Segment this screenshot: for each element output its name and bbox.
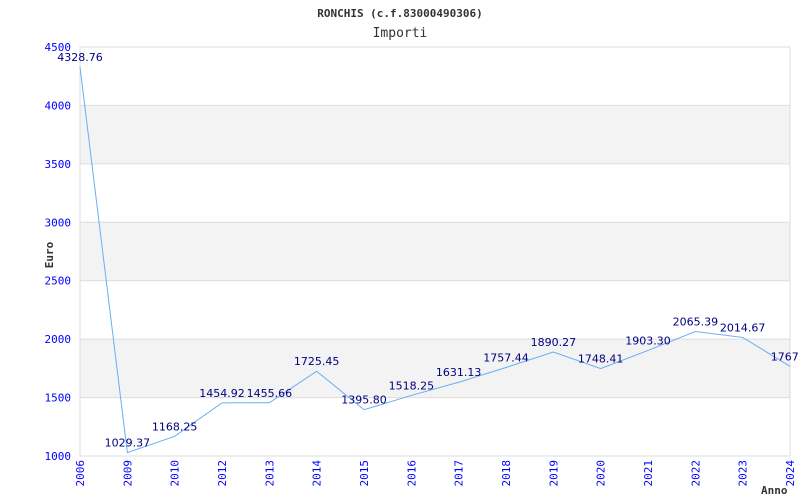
y-tick-label: 2500 xyxy=(45,275,72,288)
y-tick-label: 2000 xyxy=(45,333,72,346)
x-tick-label: 2022 xyxy=(689,460,702,487)
data-label: 1168.25 xyxy=(152,420,198,433)
x-tick-label: 2012 xyxy=(216,460,229,487)
data-label: 1767.3 xyxy=(771,350,800,363)
x-tick-label: 2009 xyxy=(121,460,134,487)
x-tick-label: 2023 xyxy=(737,460,750,487)
x-tick-label: 2013 xyxy=(263,460,276,487)
x-tick-label: 2018 xyxy=(500,460,513,487)
data-label: 1029.37 xyxy=(105,437,151,450)
x-tick-label: 2006 xyxy=(74,460,87,487)
data-label: 1454.92 xyxy=(199,387,245,400)
chart-subtitle: Importi xyxy=(373,26,428,41)
x-tick-label: 2024 xyxy=(784,460,797,487)
x-tick-label: 2014 xyxy=(311,460,324,487)
data-label: 2014.67 xyxy=(720,321,766,334)
data-label: 4328.76 xyxy=(57,51,103,64)
x-tick-label: 2010 xyxy=(169,460,182,487)
line-chart: RONCHIS (c.f.83000490306) Importi Euro A… xyxy=(43,7,800,497)
data-label: 1757.44 xyxy=(483,351,529,364)
grid-band xyxy=(80,105,790,164)
data-label: 1725.45 xyxy=(294,355,340,368)
y-tick-label: 3000 xyxy=(45,216,72,229)
data-label: 1455.66 xyxy=(247,387,293,400)
grid-band xyxy=(80,222,790,281)
y-tick-label: 4000 xyxy=(45,99,72,112)
y-axis-label: Euro xyxy=(43,241,56,268)
chart-title: RONCHIS (c.f.83000490306) xyxy=(317,7,483,20)
data-label: 1395.80 xyxy=(341,394,387,407)
x-tick-label: 2016 xyxy=(405,460,418,487)
data-label: 1631.13 xyxy=(436,366,482,379)
x-tick-label: 2020 xyxy=(595,460,608,487)
chart-container: RONCHIS (c.f.83000490306) Importi Euro A… xyxy=(0,0,800,500)
data-label: 1748.41 xyxy=(578,353,624,366)
y-tick-label: 1000 xyxy=(45,450,72,463)
data-label: 1903.30 xyxy=(625,334,671,347)
x-tick-label: 2015 xyxy=(358,460,371,487)
x-tick-label: 2017 xyxy=(453,460,466,487)
x-tick-label: 2021 xyxy=(642,460,655,487)
y-tick-label: 1500 xyxy=(45,392,72,405)
data-label: 1518.25 xyxy=(389,379,435,392)
data-label: 2065.39 xyxy=(673,316,719,329)
x-tick-label: 2019 xyxy=(547,460,560,487)
data-label: 1890.27 xyxy=(531,336,577,349)
y-tick-label: 3500 xyxy=(45,158,72,171)
